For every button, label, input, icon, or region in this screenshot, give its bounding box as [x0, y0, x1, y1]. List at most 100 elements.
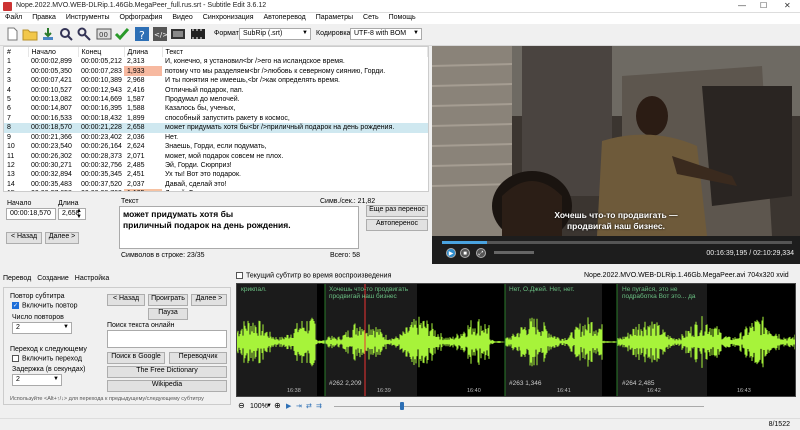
- next-button[interactable]: Далее >: [45, 232, 79, 244]
- insert-icon[interactable]: ⇥: [296, 402, 302, 410]
- table-row[interactable]: 1 00:00:02,899 00:00:05,212 2,313 И, конечно…: [4, 57, 428, 66]
- start-time-field[interactable]: 00:00:18,570: [6, 208, 56, 220]
- open-folder-icon[interactable]: [22, 26, 38, 42]
- source-view-icon[interactable]: </>: [152, 26, 168, 42]
- translator-button[interactable]: Переводчик: [169, 352, 227, 364]
- row-duration: 2,658: [124, 123, 162, 133]
- row-text: может придумать хотя бы<br />приличный п…: [162, 123, 428, 133]
- waveform-scroll-track[interactable]: [334, 406, 704, 407]
- tab-adjust[interactable]: Настройка: [75, 275, 109, 282]
- zoom-in-icon[interactable]: ⊕: [274, 401, 281, 410]
- table-row[interactable]: 4 00:00:10,527 00:00:12,943 2,416 Отличный п…: [4, 85, 428, 94]
- tr-next-button[interactable]: Далее >: [191, 294, 227, 306]
- row-number: 8: [4, 123, 28, 133]
- find-icon[interactable]: [58, 26, 74, 42]
- waveform-scroll-handle[interactable]: [400, 402, 404, 410]
- fullscreen-icon[interactable]: ⤢: [476, 248, 486, 258]
- row-duration: 2,036: [127, 133, 145, 141]
- menu-options[interactable]: Параметры: [311, 13, 358, 22]
- table-row[interactable]: 2 00:00:05,350 00:00:07,283 1,933 потому что…: [4, 66, 428, 76]
- play-icon[interactable]: ▶: [446, 248, 456, 258]
- col-end[interactable]: Конец: [78, 47, 125, 57]
- download-icon[interactable]: [40, 26, 56, 42]
- autobreak-button[interactable]: Автоперенос: [366, 219, 428, 231]
- tr-play-button[interactable]: Проиграть: [148, 294, 188, 306]
- menu-video[interactable]: Видео: [167, 13, 197, 22]
- google-search-button[interactable]: Поиск в Google: [107, 352, 165, 364]
- menu-edit[interactable]: Правка: [27, 13, 61, 22]
- row-number: 5: [7, 95, 11, 103]
- row-number: 13: [7, 171, 15, 179]
- menu-sync[interactable]: Синхронизация: [198, 13, 259, 22]
- menu-file[interactable]: Файл: [0, 13, 27, 22]
- delay-select[interactable]: 2 ▼: [12, 374, 62, 386]
- wikipedia-button[interactable]: Wikipedia: [107, 380, 227, 392]
- menu-tools[interactable]: Инструменты: [61, 13, 115, 22]
- col-start[interactable]: Начало: [28, 47, 79, 57]
- duration-stepper[interactable]: ▲ ▼: [76, 208, 82, 220]
- table-row[interactable]: 12 00:00:30,271 00:00:32,756 2,485 Эй, Горди…: [4, 161, 428, 170]
- new-file-icon[interactable]: [4, 26, 20, 42]
- row-end: 00:00:37,520: [81, 180, 122, 188]
- format-select[interactable]: SubRip (.srt) ▼: [239, 28, 311, 40]
- table-row[interactable]: 13 00:00:32,894 00:00:35,345 2,451 Ух ты! Во…: [4, 170, 428, 179]
- prev-button[interactable]: < Назад: [6, 232, 42, 244]
- repeat-enable-checkbox[interactable]: Включить повтор: [12, 302, 78, 309]
- table-row[interactable]: 5 00:00:13,082 00:00:14,669 1,587 Продумал д…: [4, 95, 428, 104]
- play-selection-icon[interactable]: ▶: [286, 402, 291, 410]
- tab-create[interactable]: Создание: [37, 275, 69, 282]
- replace-icon[interactable]: [76, 26, 92, 42]
- table-row[interactable]: 1500:00:37,65800:00:38,7631,105Давай, Го…: [4, 189, 428, 191]
- menu-help[interactable]: Помощь: [384, 13, 421, 22]
- split-icon[interactable]: ⇄: [306, 402, 312, 410]
- stop-icon[interactable]: ■: [460, 248, 470, 258]
- free-dictionary-button[interactable]: The Free Dictionary: [107, 366, 227, 378]
- audio-waveform[interactable]: крикпал. Хочешь что-то продвигать продви…: [236, 283, 796, 397]
- minimize-button[interactable]: —: [738, 1, 746, 10]
- subtitle-text-editor[interactable]: может придумать хотя бы приличный подаро…: [119, 206, 359, 249]
- row-duration: 1,933: [124, 66, 162, 76]
- wave-segment-text-1: крикпал.: [241, 286, 267, 293]
- subtitle-grid[interactable]: # Начало Конец Длина Текст 1 00:00:02,899…: [3, 46, 429, 192]
- table-row[interactable]: 11 00:00:26,302 00:00:28,373 2,071 может, мо…: [4, 151, 428, 160]
- row-number: 1: [7, 58, 11, 66]
- menu-network[interactable]: Сеть: [358, 13, 384, 22]
- film-icon[interactable]: [190, 26, 206, 42]
- table-row[interactable]: 14 00:00:35,483 00:00:37,520 2,037 Давай, сд…: [4, 180, 428, 189]
- table-row[interactable]: 8 00:00:18,570 00:00:21,228 2,658 может прид…: [4, 123, 428, 133]
- video-icon[interactable]: [170, 26, 186, 42]
- col-number[interactable]: #: [4, 47, 29, 57]
- encoding-select[interactable]: UTF-8 with BOM ▼: [350, 28, 422, 40]
- help-icon[interactable]: ?: [134, 26, 150, 42]
- goto-enable-checkbox[interactable]: Включить переход: [12, 355, 82, 362]
- spellcheck-icon[interactable]: [114, 26, 130, 42]
- table-row[interactable]: 10 00:00:23,540 00:00:26,164 2,624 Знаешь, Г…: [4, 142, 428, 151]
- video-progress-bar[interactable]: [442, 241, 792, 244]
- row-duration: 2,313: [127, 58, 145, 66]
- current-sub-checkbox[interactable]: Текущий субтитр во время воспроизведения: [236, 272, 391, 279]
- col-duration[interactable]: Длина: [124, 47, 163, 57]
- repeat-count-select[interactable]: 2 ▼: [12, 322, 72, 334]
- zoom-out-icon[interactable]: ⊖: [238, 401, 245, 410]
- tr-prev-button[interactable]: < Назад: [107, 294, 145, 306]
- volume-slider[interactable]: [494, 251, 534, 254]
- menu-autotranslate[interactable]: Автоперевод: [259, 13, 311, 22]
- col-text[interactable]: Текст: [162, 47, 428, 57]
- merge-icon[interactable]: ⇉: [316, 402, 322, 410]
- time-tick: 16:40: [467, 388, 481, 394]
- video-controls: ▶ ■ ⤢ 00:16:39,195 / 02:10:29,334: [432, 236, 800, 264]
- table-row[interactable]: 7 00:00:16,533 00:00:18,432 1,899 способный …: [4, 114, 428, 123]
- tab-translate[interactable]: Перевод: [3, 275, 31, 282]
- row-start: 00:00:21,366: [31, 133, 72, 141]
- maximize-button[interactable]: ☐: [760, 1, 767, 10]
- tr-pause-button[interactable]: Пауза: [148, 308, 188, 320]
- table-row[interactable]: 9 00:00:21,366 00:00:23,402 2,036 Нет.: [4, 133, 428, 142]
- table-row[interactable]: 3 00:00:07,421 00:00:10,389 2,968 И ты понят…: [4, 76, 428, 85]
- visual-sync-icon[interactable]: 00: [96, 26, 112, 42]
- search-online-input[interactable]: [107, 330, 227, 348]
- table-row[interactable]: 6 00:00:14,807 00:00:16,395 1,588 Казалось б…: [4, 104, 428, 113]
- rebreak-button[interactable]: Еще раз перенос: [366, 205, 428, 217]
- video-player[interactable]: Хочешь что-то продвигать — продвигай наш…: [432, 46, 800, 236]
- menu-spellcheck[interactable]: Орфография: [115, 13, 168, 22]
- close-button[interactable]: ✕: [784, 1, 791, 10]
